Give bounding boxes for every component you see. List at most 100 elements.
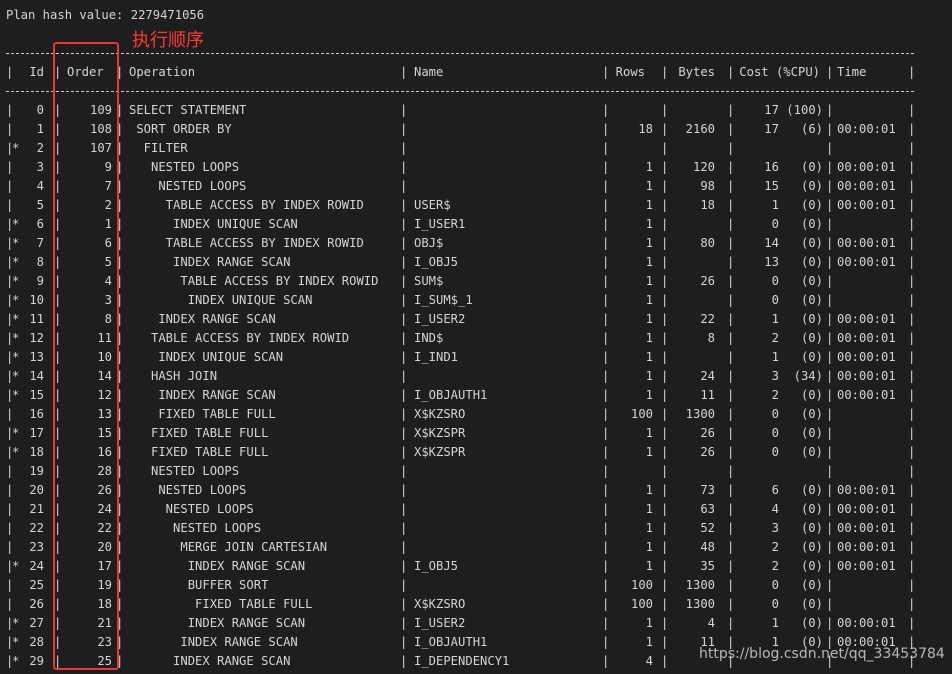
cell-bytes: 18 <box>700 198 715 212</box>
order-highlight-box <box>53 42 119 670</box>
cell-time <box>837 595 907 614</box>
table-row: | 20 26 NESTED LOOPS 1 73 6 (0) 00:00:01 | | | | |… <box>6 481 916 500</box>
cell-operation: INDEX UNIQUE SCAN <box>129 293 313 307</box>
column-divider: | <box>908 141 916 155</box>
column-divider: | <box>400 502 408 516</box>
table-row: | * 7 6 TABLE ACCESS BY INDEX ROWID OBJ$ 1 80 1… <box>6 234 916 253</box>
column-divider: | <box>727 255 735 269</box>
table-row: | 0 109 SELECT STATEMENT 17 (100) | | | | | | | | <box>6 101 916 120</box>
column-divider: | <box>727 179 735 193</box>
column-divider: | <box>908 483 916 497</box>
cell-time <box>837 462 907 481</box>
column-divider: | <box>826 559 834 573</box>
column-divider: | <box>661 293 669 307</box>
column-divider: | <box>826 274 834 288</box>
column-divider: | <box>727 445 735 459</box>
column-divider: | <box>400 483 408 497</box>
cell-operation: FILTER <box>129 141 188 155</box>
cell-time <box>837 139 907 158</box>
column-divider: | <box>661 103 669 117</box>
cell-id: 15 <box>29 388 44 402</box>
cell-time: 00:00:01 <box>837 388 896 402</box>
cell-time: 00:00:01 <box>837 255 896 269</box>
cell-id: 23 <box>29 540 44 554</box>
column-divider: | <box>602 293 610 307</box>
column-divider: | <box>602 350 610 364</box>
header-cost: Cost (%CPU) <box>739 65 820 79</box>
table-row: | 16 13 FIXED TABLE FULL X$KZSRO 100 1300 0 (… <box>6 405 916 424</box>
cell-rows: 1 <box>645 616 653 630</box>
execution-order-annotation: 执行顺序 <box>132 30 204 51</box>
cell-cost <box>728 139 823 158</box>
column-divider: | <box>602 312 610 326</box>
column-divider: | <box>661 160 669 174</box>
cell-id: 25 <box>29 578 44 592</box>
column-divider: | <box>602 122 610 136</box>
table-row: | * 14 14 HASH JOIN 1 24 3 (34) 00:00:01 | | | | | | |… <box>6 367 916 386</box>
cell-rows: 1 <box>645 236 653 250</box>
cell-operation: INDEX RANGE SCAN <box>129 388 276 402</box>
cell-name <box>414 120 599 139</box>
column-divider: | <box>727 597 735 611</box>
column-divider: | <box>826 312 834 326</box>
column-divider: | <box>908 502 916 516</box>
column-divider: | <box>727 464 735 478</box>
column-divider: | <box>908 464 916 478</box>
cell-bytes: 1300 <box>685 597 715 611</box>
column-divider: | <box>400 236 408 250</box>
cell-predicate-star: * <box>12 312 20 326</box>
cell-id: 24 <box>29 559 44 573</box>
cell-operation: INDEX UNIQUE SCAN <box>129 217 298 231</box>
cell-predicate-star <box>12 177 19 196</box>
column-divider: | <box>908 369 916 383</box>
table-row: | * 10 3 INDEX UNIQUE SCAN I_SUM$_1 1 0 (0) | | |… <box>6 291 916 310</box>
column-divider: | <box>602 103 610 117</box>
cell-cost: 15 (0) <box>764 179 823 193</box>
cell-cost: 4 (0) <box>771 502 823 516</box>
cell-bytes <box>666 215 715 234</box>
column-divider: | <box>661 521 669 535</box>
cell-cost: 1 (0) <box>771 198 823 212</box>
cell-name: I_USER1 <box>414 217 466 231</box>
column-divider: | <box>661 635 669 649</box>
table-row: | 39 NESTED LOOPS 1 120 16 (0) 00:00:01 | | | | |… <box>6 158 916 177</box>
column-divider: | <box>908 255 916 269</box>
cell-bytes: 8 <box>707 331 715 345</box>
cell-bytes <box>666 462 715 481</box>
cell-cost: 0 (0) <box>771 217 823 231</box>
cell-operation: INDEX RANGE SCAN <box>129 654 291 668</box>
column-divider: | <box>826 540 834 554</box>
cell-time: 00:00:01 <box>837 122 896 136</box>
cell-name: I_DEPENDENCY1 <box>414 654 510 668</box>
column-divider: | <box>602 388 610 402</box>
cell-operation: INDEX RANGE SCAN <box>129 635 298 649</box>
column-divider: | <box>908 445 916 459</box>
column-divider: | <box>400 198 408 212</box>
cell-time <box>837 272 907 291</box>
cell-operation: FIXED TABLE FULL <box>129 407 276 421</box>
cell-bytes: 35 <box>700 559 715 573</box>
cell-bytes: 80 <box>700 236 715 250</box>
column-divider: | <box>661 312 669 326</box>
column-divider: | <box>908 198 916 212</box>
cell-cost: 0 (0) <box>771 426 823 440</box>
cell-name <box>414 462 599 481</box>
cell-predicate-star <box>12 500 19 519</box>
cell-cost <box>728 462 823 481</box>
cell-id: 16 <box>29 407 44 421</box>
column-divider: | <box>826 407 834 421</box>
column-divider: | <box>908 122 916 136</box>
column-divider: | <box>908 540 916 554</box>
table-row: | 22 22 NESTED LOOPS 1 52 3 (0) 00:00:01 | | | | |… <box>6 519 916 538</box>
column-divider: | <box>727 103 735 117</box>
cell-operation: MERGE JOIN CARTESIAN <box>129 540 328 554</box>
column-divider: | <box>400 635 408 649</box>
column-divider: | <box>400 464 408 478</box>
table-row: | * 8 5 INDEX RANGE SCAN I_OBJ5 1 13 (0) 00:00:… <box>6 253 916 272</box>
column-divider: | <box>661 540 669 554</box>
column-divider: | <box>908 578 916 592</box>
column-divider: | <box>602 559 610 573</box>
cell-bytes: 1300 <box>685 407 715 421</box>
cell-operation: INDEX RANGE SCAN <box>129 255 291 269</box>
cell-name <box>414 101 599 120</box>
